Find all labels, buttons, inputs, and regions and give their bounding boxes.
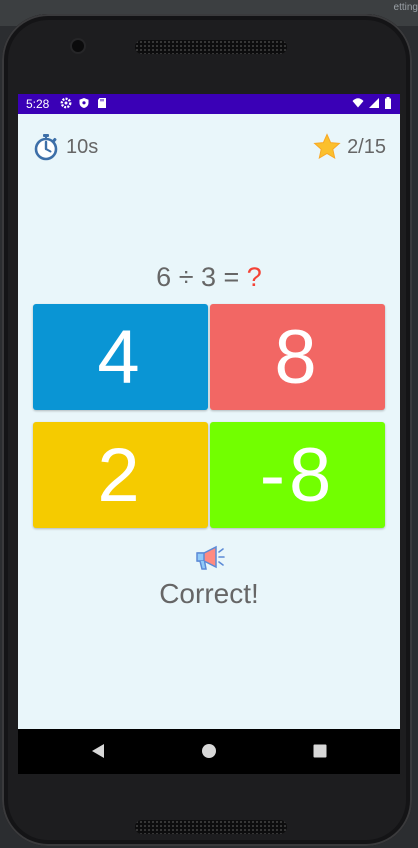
answer-button-3[interactable]: 2 [33,422,208,528]
bottom-speaker [135,820,287,834]
sd-card-icon [98,98,106,108]
feedback-text: Correct! [159,578,259,609]
answer-button-4[interactable]: -8 [210,422,385,528]
home-icon[interactable] [201,743,217,759]
answer-button-1[interactable]: 4 [33,304,208,410]
timer-value: 10s [66,135,99,158]
math-question: 6 ÷ 3 = ? [18,262,400,293]
wifi-icon [352,98,364,108]
score-value: 2/15 [347,135,386,158]
status-bar: 5:28 [18,94,400,114]
stopwatch-icon [34,134,58,161]
answer-label-2: 8 [274,314,321,400]
app-screen: 5:28 10s 2/15 6 ÷ 3 = ? 4 8 2 -8 Correct… [18,94,400,774]
navigation-bar [18,729,400,774]
desktop-corner-text: etting [393,2,418,13]
status-time: 5:28 [26,97,50,111]
answer-label-1: 4 [97,314,144,400]
star-icon [313,133,341,160]
shield-icon [79,98,89,108]
signal-icon [369,98,379,108]
battery-icon [385,97,391,109]
megaphone-icon[interactable] [194,544,226,572]
front-camera [72,40,84,52]
score-display: 2/15 [313,132,386,162]
gear-icon [60,97,72,109]
recents-icon[interactable] [312,743,328,759]
back-icon[interactable] [90,743,106,759]
answer-button-2[interactable]: 8 [210,304,385,410]
top-speaker [135,40,287,54]
question-expression: 6 ÷ 3 = [156,262,247,292]
answer-label-3: 2 [97,432,144,518]
timer-display: 10s [32,132,98,162]
question-unknown: ? [246,262,262,292]
answer-label-4: -8 [259,432,336,518]
